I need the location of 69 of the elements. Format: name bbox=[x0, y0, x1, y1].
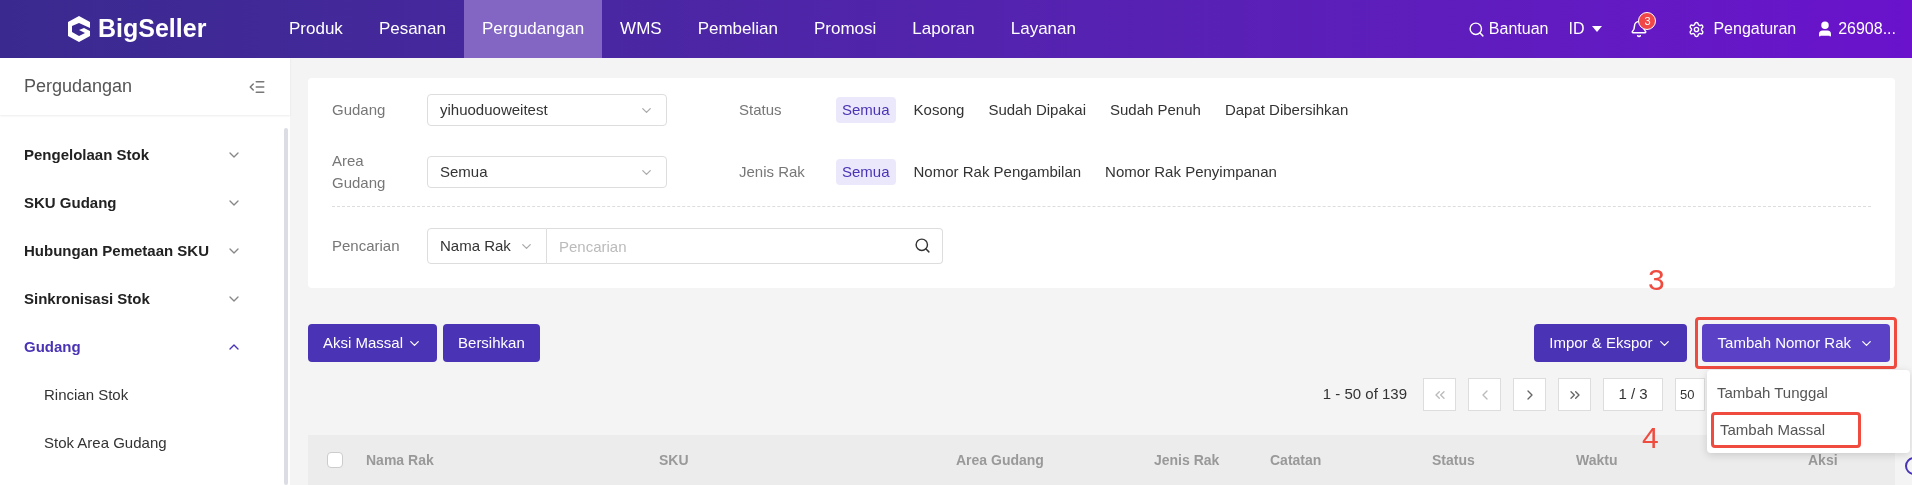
sidebar-title: Pergudangan bbox=[24, 75, 133, 98]
page-field[interactable]: 1 / 3 bbox=[1603, 378, 1663, 411]
pagination-range: 1 - 50 of 139 bbox=[1322, 384, 1407, 405]
annotation-number: 4 bbox=[1642, 420, 1659, 456]
annotation-number: 3 bbox=[1648, 262, 1665, 298]
caret-icon bbox=[1592, 26, 1603, 32]
filter-chip[interactable]: Kosong bbox=[907, 96, 971, 124]
filter-chip[interactable]: Dapat Dibersihkan bbox=[1218, 96, 1355, 124]
search-icon[interactable] bbox=[914, 237, 931, 254]
menu-item[interactable]: Tambah Massal bbox=[1711, 412, 1861, 448]
language-select[interactable]: ID bbox=[1568, 17, 1603, 41]
settings-link[interactable]: Pengaturan bbox=[1688, 17, 1797, 41]
filter-chip[interactable]: Semua bbox=[836, 96, 896, 124]
gear-icon bbox=[1688, 20, 1706, 38]
sidebar-item[interactable]: Sinkronisasi Stok bbox=[24, 275, 242, 323]
menu-item[interactable]: Tambah Tunggal bbox=[1711, 375, 1906, 411]
logo-icon bbox=[66, 15, 92, 43]
nav-tab[interactable]: Pergudangan bbox=[464, 0, 603, 58]
column-header: Status bbox=[1432, 450, 1476, 470]
column-header: Nama Rak bbox=[366, 450, 435, 470]
column-header: Catatan bbox=[1270, 450, 1323, 470]
column-header: SKU bbox=[659, 450, 690, 470]
filter-label: Gudang bbox=[332, 99, 387, 120]
logo-text: BigSeller bbox=[98, 13, 207, 45]
search-field-select[interactable]: Nama Rak bbox=[427, 228, 547, 264]
last-page-button[interactable] bbox=[1558, 378, 1591, 411]
toolbar-button[interactable]: Aksi Massal bbox=[308, 324, 438, 362]
area-select[interactable]: Semua bbox=[427, 156, 667, 188]
filter-chip[interactable]: Semua bbox=[836, 158, 896, 186]
sidebar-subitem[interactable]: Rincian Stok bbox=[24, 371, 242, 419]
previous-page-button[interactable] bbox=[1468, 378, 1501, 411]
filter-label: Area Gudang bbox=[332, 151, 387, 193]
sidebar-item[interactable]: Gudang bbox=[24, 323, 242, 371]
warehouse-select[interactable]: yihuoduoweitest bbox=[427, 94, 667, 126]
filter-chip[interactable]: Nomor Rak Pengambilan bbox=[907, 158, 1088, 186]
column-header: Aksi bbox=[1808, 450, 1839, 470]
first-page-button[interactable] bbox=[1423, 378, 1456, 411]
column-header: Waktu bbox=[1576, 450, 1619, 470]
search-icon bbox=[1467, 20, 1485, 38]
nav-tab[interactable]: Laporan bbox=[894, 0, 993, 58]
page-size-select[interactable]: 50 bbox=[1675, 378, 1705, 411]
search-field[interactable]: Pencarian bbox=[547, 228, 943, 264]
column-header: Area Gudang bbox=[956, 450, 1045, 470]
notification-count: 3 bbox=[1638, 12, 1657, 30]
filter-chip[interactable]: Sudah Penuh bbox=[1104, 96, 1207, 124]
filter-chip[interactable]: Sudah Dipakai bbox=[982, 96, 1092, 124]
select-all-checkbox[interactable] bbox=[327, 452, 343, 468]
nav-tab[interactable]: Promosi bbox=[795, 0, 895, 58]
user-menu[interactable]: 26908... bbox=[1816, 17, 1896, 41]
nav-tab[interactable]: Layanan bbox=[992, 0, 1094, 58]
nav-tab[interactable]: WMS bbox=[602, 0, 680, 58]
import-export-button[interactable]: Impor & Ekspor bbox=[1534, 324, 1687, 362]
help-link[interactable]: Bantuan bbox=[1467, 17, 1549, 41]
filter-label: Status bbox=[739, 99, 783, 120]
sidebar-item[interactable]: Hubungan Pemetaan SKU bbox=[24, 227, 242, 275]
filter-label: Pencarian bbox=[332, 235, 401, 256]
filter-label: Jenis Rak bbox=[739, 161, 806, 182]
column-header: Jenis Rak bbox=[1154, 450, 1221, 470]
next-page-button[interactable] bbox=[1513, 378, 1546, 411]
filter-chip[interactable]: Nomor Rak Penyimpanan bbox=[1099, 158, 1283, 186]
nav-tab[interactable]: Pembelian bbox=[679, 0, 796, 58]
sidebar-item[interactable]: Pengelolaan Stok bbox=[24, 131, 242, 179]
toolbar-button[interactable]: Bersihkan bbox=[443, 324, 540, 362]
nav-tab[interactable]: Pesanan bbox=[360, 0, 464, 58]
sidebar-subitem[interactable]: Stok Area Gudang bbox=[24, 419, 242, 467]
scrollbar[interactable] bbox=[284, 128, 288, 485]
nav-tab[interactable]: Produk bbox=[271, 0, 361, 58]
sidebar-item[interactable]: SKU Gudang bbox=[24, 179, 242, 227]
add-rack-button[interactable]: Tambah Nomor Rak bbox=[1701, 324, 1890, 362]
